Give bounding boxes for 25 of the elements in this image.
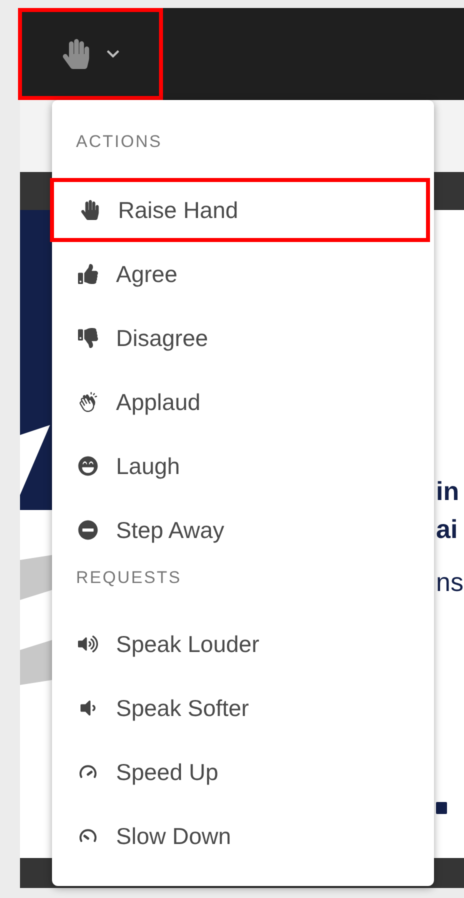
section-header: REQUESTS [75, 567, 183, 589]
menu-item[interactable]: Raise Hand [50, 178, 430, 242]
section-header: ACTIONS [75, 131, 164, 153]
social-icon [436, 802, 447, 814]
slide-text: ai [436, 513, 459, 546]
clapping-hands-icon [78, 392, 98, 412]
hand-icon [62, 39, 90, 69]
menu-item[interactable]: Slow Down [52, 804, 434, 868]
slide-text: in [436, 475, 460, 508]
menu-item[interactable]: Speak Louder [52, 612, 434, 676]
menu-item[interactable]: Applaud [52, 370, 434, 434]
menu-item[interactable]: Agree [52, 242, 434, 306]
menu-item[interactable]: Disagree [52, 306, 434, 370]
reactions-button[interactable] [18, 8, 163, 100]
menu-item[interactable]: Laugh [52, 434, 434, 498]
thumbs-down-icon [78, 328, 98, 348]
hand-icon [80, 200, 100, 220]
thumbs-up-icon [78, 264, 98, 284]
menu-item[interactable]: Step Away [52, 498, 434, 562]
volume-up-icon [78, 634, 98, 654]
laughing-face-icon [78, 456, 98, 476]
menu-item[interactable]: Speed Up [52, 740, 434, 804]
slide-text: ns [436, 566, 464, 599]
menu-item[interactable]: Speak Softer [52, 676, 434, 740]
volume-down-icon [78, 698, 98, 718]
